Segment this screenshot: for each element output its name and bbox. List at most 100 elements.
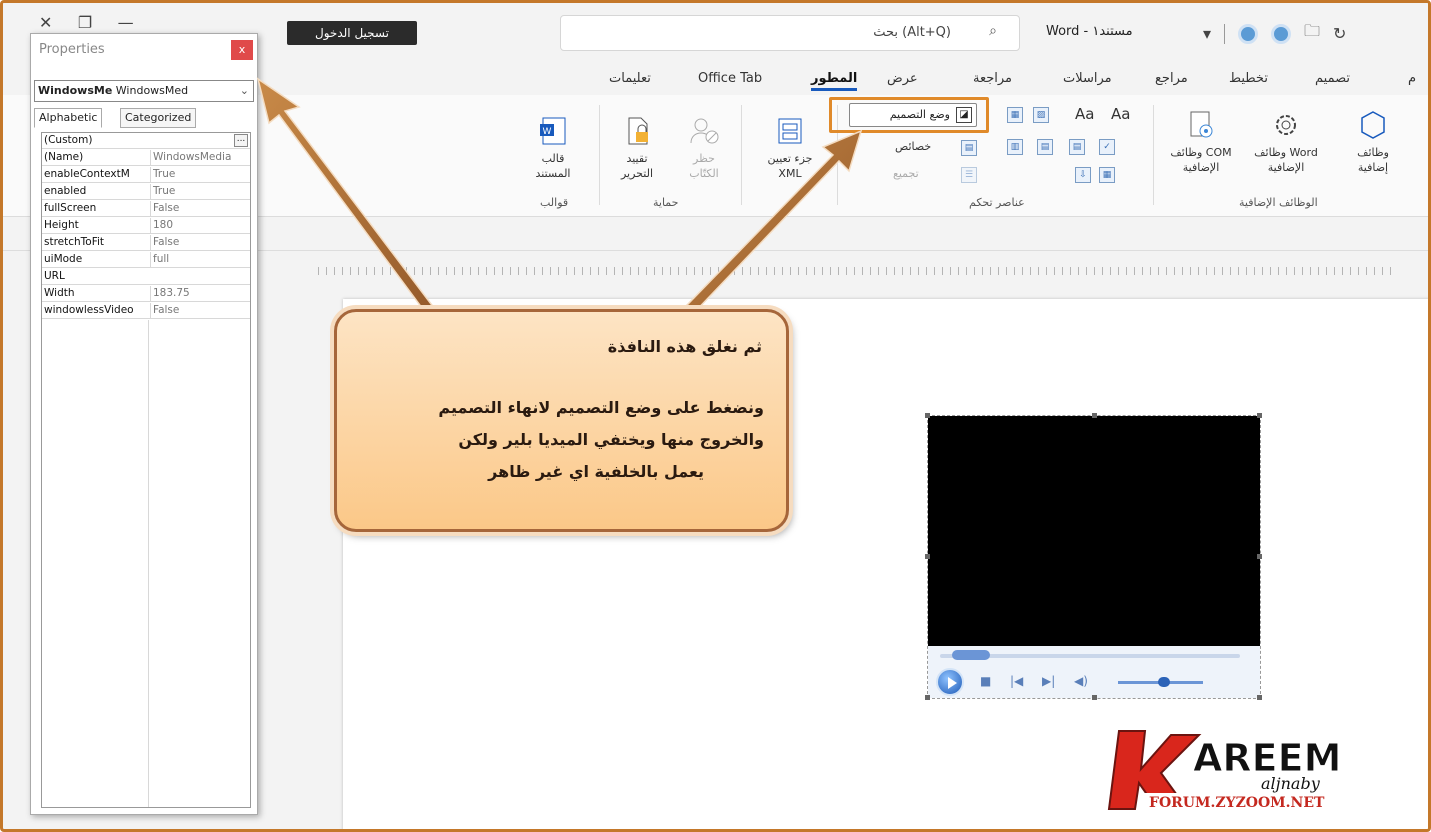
autosave-icon[interactable] [1238,23,1259,44]
callout-line-4: يعمل بالخلفية اي غير ظاهر [488,462,704,481]
property-row[interactable]: URL [42,269,250,285]
property-value[interactable]: WindowsMedia [150,150,248,165]
seek-thumb[interactable] [952,650,990,660]
property-key: enableContextM [44,168,130,180]
tab-alphabetic[interactable]: Alphabetic [34,108,103,128]
xml-mapping-pane-button[interactable]: جزء تعيين XML [755,115,825,181]
property-row[interactable]: uiMode full [42,252,250,268]
property-value[interactable]: False [150,235,248,250]
property-row[interactable]: (Name) WindowsMedia [42,150,250,166]
property-value[interactable]: full [150,252,248,267]
checkbox-control-icon[interactable]: ✓ [1099,139,1115,155]
windows-media-player-control[interactable]: ■ |◀ ▶| ◀) [925,413,1262,700]
property-row[interactable]: Height 180 [42,218,250,234]
callout-line-1: ثم نغلق هذه النافذة [607,337,762,356]
object-type: WindowsMed [115,84,189,97]
property-value[interactable]: True [150,167,248,182]
object-selector[interactable]: WindowsMe WindowsMed ⌄ [34,80,254,102]
volume-icon[interactable]: ◀) [1074,674,1088,688]
window-controls[interactable]: ✕ ❐ — [39,13,134,32]
rich-text-control[interactable]: Aa [1075,105,1094,123]
property-value[interactable]: False [150,201,248,216]
close-button[interactable]: x [231,40,253,60]
next-icon[interactable]: ▶| [1042,674,1055,688]
custom-ellipsis-button[interactable]: ... [234,134,248,147]
property-key: enabled [44,185,87,197]
gear-icon [1276,115,1296,135]
restrict-editing-label: تقييد التحرير [620,152,654,180]
volume-thumb[interactable] [1158,677,1170,687]
tab-developer[interactable]: المطور [811,71,858,91]
date-picker-control-icon[interactable]: ▦ [1099,167,1115,183]
group-button[interactable]: تجميع [893,167,919,180]
word-addins-button[interactable]: وظائف Word الإضافية [1249,109,1323,175]
com-addins-label: وظائف COM الإضافية [1170,146,1232,174]
property-row[interactable]: windowlessVideo False [42,303,250,319]
lock-document-icon [628,117,648,145]
tab-mailings[interactable]: مراسلات [1063,71,1112,86]
resize-handle[interactable] [1257,695,1262,700]
repeating-section-icon[interactable]: ⇩ [1075,167,1091,183]
tab-office-tab[interactable]: Office Tab [698,71,762,86]
logo-graphic: AREEM aljnaby FORUM.ZYZOOM.NET [1107,730,1381,811]
tab-view[interactable]: عرض [887,71,918,86]
get-addins-button[interactable]: وظائف إضافية [1343,109,1403,175]
undo-icon[interactable]: ↻ [1333,24,1346,43]
property-row[interactable]: enabled True [42,184,250,200]
picture-content-control-icon[interactable]: ▦ [1007,107,1023,123]
property-row[interactable]: enableContextM True [42,167,250,183]
property-value[interactable]: 180 [150,218,248,233]
block-authors-button[interactable]: حظر الكتّاب [677,115,731,181]
video-area[interactable] [928,416,1260,646]
resize-handle[interactable] [1257,413,1262,418]
logo-sub: aljnaby [1261,774,1321,793]
app-frame: ✕ ❐ — تسجيل الدخول بحث (Alt+Q) ⌕ Word - … [0,0,1431,832]
tab-review[interactable]: مراجعة [973,71,1012,86]
resize-handle[interactable] [1257,554,1262,559]
save-icon[interactable] [1271,23,1292,44]
group-icon[interactable]: ☰ [961,167,977,183]
kareem-logo: AREEM aljnaby FORUM.ZYZOOM.NET [1101,713,1391,813]
group-divider [599,105,600,205]
resize-handle[interactable] [925,554,930,559]
legacy-tools-icon[interactable]: ▥ [1007,139,1023,155]
object-name: WindowsMe [38,84,113,97]
property-value[interactable]: 183.75 [150,286,248,301]
document-template-button[interactable]: W قالب المستند [523,115,583,181]
tab-design[interactable]: تصميم [1315,71,1350,86]
word-template-icon: W [540,117,566,145]
com-addins-button[interactable]: وظائف COM الإضافية [1161,109,1241,175]
resize-handle[interactable] [925,695,930,700]
customize-toolbar-icon[interactable]: ▾ [1203,24,1211,43]
search-box[interactable]: بحث (Alt+Q) ⌕ [560,15,1020,51]
property-row[interactable]: Width 183.75 [42,286,250,302]
property-row[interactable]: stretchToFit False [42,235,250,251]
resize-handle[interactable] [1092,413,1097,418]
tab-help[interactable]: تعليمات [609,71,651,86]
sign-in-button[interactable]: تسجيل الدخول [287,21,417,45]
combo-box-control-icon[interactable]: ▤ [1037,139,1053,155]
logo-site: FORUM.ZYZOOM.NET [1149,795,1325,811]
image-control-icon[interactable]: ▨ [1033,107,1049,123]
property-value[interactable]: False [150,303,248,318]
tab-references[interactable]: مراجع [1155,71,1188,86]
stop-icon[interactable]: ■ [980,674,991,688]
tab-insert[interactable]: م [1408,71,1416,86]
properties-window[interactable]: Properties x WindowsMe WindowsMed ⌄ Alph… [30,33,258,815]
plain-text-control[interactable]: Aa [1111,105,1130,123]
property-row[interactable]: fullScreen False [42,201,250,217]
property-row[interactable]: (Custom)... [42,133,250,149]
tab-layout[interactable]: تخطيط [1229,71,1268,86]
properties-button[interactable]: خصائص [895,140,931,153]
previous-icon[interactable]: |◀ [1010,674,1023,688]
play-button[interactable] [936,668,964,696]
properties-icon[interactable]: ▤ [961,140,977,156]
property-value[interactable]: True [150,184,248,199]
resize-handle[interactable] [925,413,930,418]
resize-handle[interactable] [1092,695,1097,700]
open-folder-icon[interactable]: 🗀 [1304,20,1320,47]
restrict-editing-button[interactable]: تقييد التحرير [609,115,665,181]
property-key: (Custom) [44,134,93,146]
dropdown-control-icon[interactable]: ▤ [1069,139,1085,155]
tab-categorized[interactable]: Categorized [120,108,197,128]
